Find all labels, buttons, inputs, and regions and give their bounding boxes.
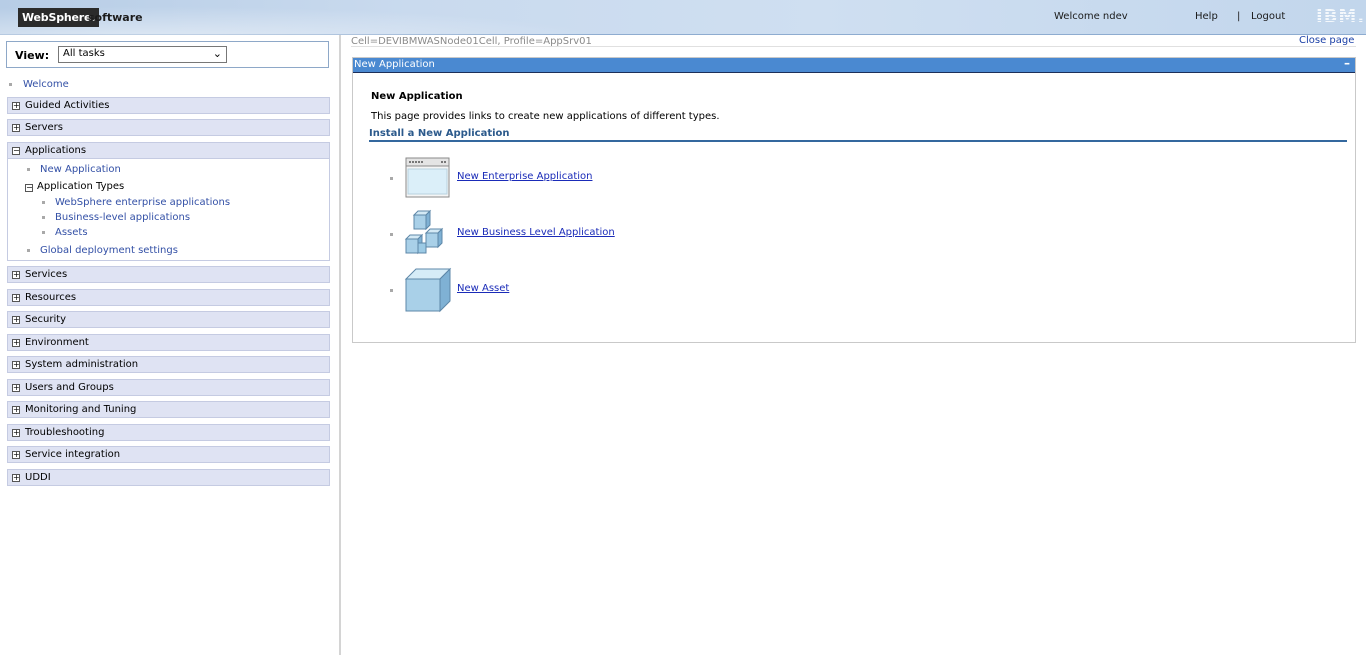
expand-icon: + (12, 123, 20, 132)
nav-section-label: System administration (25, 359, 139, 370)
nav-item-welcome[interactable]: Welcome (23, 79, 69, 90)
view-label: View: (15, 49, 50, 62)
nav-section-guided-activities[interactable]: + Guided Activities (7, 97, 330, 114)
applications-subtree: New Application − Application Types WebS… (7, 159, 330, 261)
nav-section-services[interactable]: + Services (7, 266, 330, 283)
nav-item-websphere-enterprise-applications[interactable]: WebSphere enterprise applications (55, 197, 230, 208)
nav-section-applications[interactable]: − Applications (7, 142, 330, 159)
bullet-icon (390, 177, 393, 180)
minimize-icon[interactable]: – (1344, 56, 1350, 70)
bullet-icon (27, 249, 30, 252)
expand-icon: + (12, 405, 20, 414)
expand-icon: + (12, 293, 20, 302)
expand-icon: + (12, 338, 20, 347)
bullet-icon (27, 168, 30, 171)
nav-item-assets[interactable]: Assets (55, 227, 88, 238)
bullet-icon (42, 216, 45, 219)
nav-section-label: Applications (25, 145, 87, 156)
new-business-level-application-link[interactable]: New Business Level Application (457, 227, 615, 238)
nav-section-label: Security (25, 314, 67, 325)
section-underline (369, 140, 1347, 142)
asset-cube-icon (404, 267, 452, 316)
bullet-icon (390, 233, 393, 236)
help-link[interactable]: Help (1195, 11, 1218, 22)
nav-section-label: Services (25, 269, 68, 280)
expand-icon: + (12, 428, 20, 437)
divider (351, 46, 1356, 47)
expand-icon: + (12, 101, 20, 110)
nav-section-label: Servers (25, 122, 64, 133)
nav-section-label: Monitoring and Tuning (25, 404, 137, 415)
nav-section-service-integration[interactable]: + Service integration (7, 446, 330, 463)
view-select[interactable]: All tasks ⌄ (58, 46, 227, 63)
expand-icon: + (12, 270, 20, 279)
collapse-icon[interactable]: − (25, 184, 33, 192)
new-asset-link[interactable]: New Asset (457, 283, 509, 294)
nav-item-new-application[interactable]: New Application (40, 164, 121, 175)
nav-section-label: Guided Activities (25, 100, 110, 111)
new-enterprise-application-link[interactable]: New Enterprise Application (457, 171, 592, 182)
nav-section-label: Service integration (25, 449, 121, 460)
nav-section-system-administration[interactable]: + System administration (7, 356, 330, 373)
bullet-icon (9, 83, 12, 86)
nav-section-servers[interactable]: + Servers (7, 119, 330, 136)
nav-section-label: Resources (25, 292, 77, 303)
top-banner: WebSphere. software Welcome ndev Help | … (0, 0, 1366, 35)
close-page-link[interactable]: Close page (1299, 35, 1354, 46)
new-application-panel: New Application – New Application This p… (352, 56, 1356, 343)
panel-title: New Application (354, 59, 435, 70)
expand-icon: + (12, 473, 20, 482)
ibm-logo: IBM. (1316, 6, 1366, 27)
nav-section-security[interactable]: + Security (7, 311, 330, 328)
page-description: This page provides links to create new a… (371, 111, 720, 122)
welcome-user-text: Welcome ndev (1054, 11, 1128, 22)
nav-section-label: UDDI (25, 472, 51, 483)
nav-section-monitoring-and-tuning[interactable]: + Monitoring and Tuning (7, 401, 330, 418)
nav-section-environment[interactable]: + Environment (7, 334, 330, 351)
nav-item-business-level-applications[interactable]: Business-level applications (55, 212, 190, 223)
bullet-icon (42, 201, 45, 204)
panel-header: New Application – (353, 56, 1355, 73)
chevron-down-icon: ⌄ (212, 47, 222, 60)
expand-icon: + (12, 450, 20, 459)
navigation-sidebar: View: All tasks ⌄ Welcome + Guided Activ… (0, 35, 341, 655)
nav-section-uddi[interactable]: + UDDI (7, 469, 330, 486)
nav-section-users-and-groups[interactable]: + Users and Groups (7, 379, 330, 396)
bullet-icon (390, 289, 393, 292)
logout-link[interactable]: Logout (1251, 11, 1285, 22)
install-section-heading: Install a New Application (369, 128, 510, 139)
nav-item-global-deployment-settings[interactable]: Global deployment settings (40, 245, 178, 256)
view-select-value: All tasks (63, 48, 105, 59)
expand-icon: + (12, 360, 20, 369)
expand-icon: + (12, 315, 20, 324)
nav-section-resources[interactable]: + Resources (7, 289, 330, 306)
page-title: New Application (371, 91, 463, 102)
business-level-cubes-icon (404, 209, 452, 260)
collapse-icon: − (12, 146, 20, 155)
bullet-icon (42, 231, 45, 234)
nav-section-label: Environment (25, 337, 89, 348)
view-filter-box: View: All tasks ⌄ (6, 41, 329, 68)
websphere-logo-software: software (88, 11, 143, 24)
banner-separator: | (1237, 11, 1241, 22)
nav-section-label: Troubleshooting (25, 427, 105, 438)
nav-item-application-types[interactable]: Application Types (37, 181, 124, 192)
expand-icon: + (12, 383, 20, 392)
nav-section-label: Users and Groups (25, 382, 114, 393)
nav-section-troubleshooting[interactable]: + Troubleshooting (7, 424, 330, 441)
enterprise-app-window-icon (405, 157, 451, 202)
